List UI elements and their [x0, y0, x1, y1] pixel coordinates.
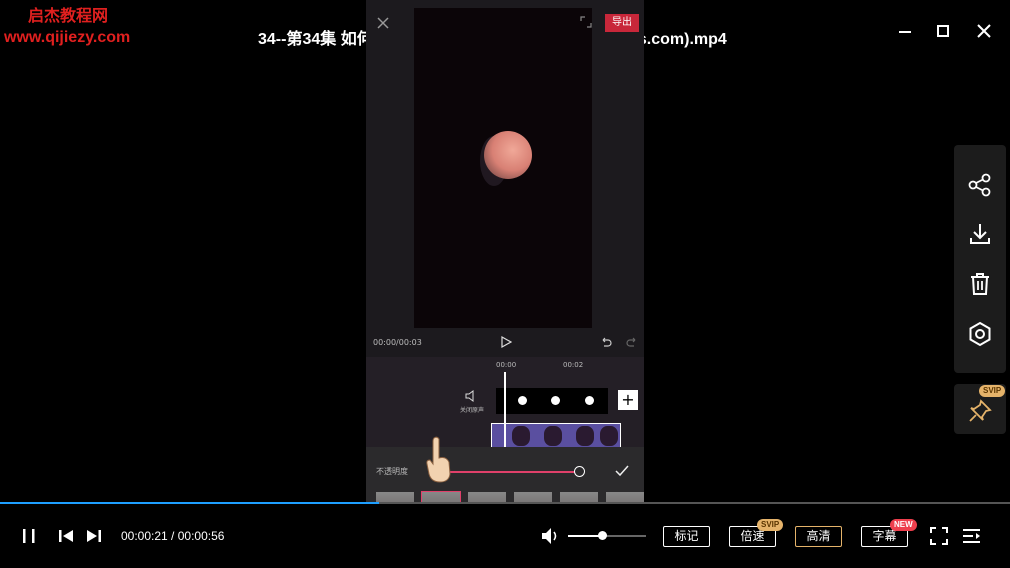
download-icon: [970, 224, 990, 244]
undo-icon: [602, 337, 612, 347]
delete-button[interactable]: [967, 271, 993, 297]
pin-on-top-button[interactable]: [967, 398, 993, 424]
speed-svip-badge: SVIP: [757, 519, 784, 531]
close-icon: [377, 17, 389, 29]
phone-time: 00:00/00:03: [373, 338, 422, 347]
track-frame: [576, 426, 594, 446]
video-preview: [414, 8, 592, 328]
skip-next-icon: [87, 530, 101, 542]
playback-time: 00:00:21 / 00:00:56: [121, 529, 224, 543]
maximize-icon: [937, 25, 949, 37]
share-icon: [968, 173, 991, 197]
site-watermark: 启杰教程网 www.qijiezy.com: [4, 5, 130, 49]
volume-button[interactable]: [541, 527, 561, 549]
minimize-icon: [899, 31, 911, 33]
opacity-slider-knob: [574, 466, 585, 477]
opacity-label: 不透明度: [376, 467, 408, 476]
playlist-button[interactable]: [962, 527, 982, 549]
ruler-start: 00:00: [496, 361, 517, 369]
minimize-button[interactable]: [894, 20, 916, 42]
play-icon: [501, 336, 512, 348]
trash-icon: [971, 273, 989, 295]
quality-button[interactable]: 高清: [795, 526, 842, 547]
watermark-name: 启杰教程网: [28, 6, 109, 25]
watermark-url: www.qijiezy.com: [4, 29, 131, 46]
previous-button[interactable]: [58, 528, 74, 548]
volume-fill: [568, 535, 603, 537]
track-dot: [551, 396, 560, 405]
redo-icon: [626, 337, 636, 347]
track-frame: [600, 426, 618, 446]
fullscreen-icon: [580, 16, 592, 28]
download-button[interactable]: [967, 221, 993, 247]
pause-icon: [23, 529, 35, 543]
current-time: 00:00:21: [121, 529, 168, 543]
pin-panel: SVIP: [954, 384, 1006, 434]
maximize-button[interactable]: [932, 20, 954, 42]
export-button: 导出: [605, 14, 639, 32]
speaker-icon: [465, 390, 474, 402]
mark-button[interactable]: 标记: [663, 526, 710, 547]
fullscreen-button[interactable]: [930, 527, 948, 549]
close-icon: [977, 24, 991, 38]
settings-icon: [969, 321, 991, 347]
track-dot: [518, 396, 527, 405]
video-track: [491, 423, 621, 449]
opacity-slider: [430, 471, 580, 473]
side-actions: [954, 145, 1006, 373]
close-button[interactable]: [973, 20, 995, 42]
track-frame: [544, 426, 562, 446]
svip-badge: SVIP: [979, 385, 1006, 397]
time-separator: /: [167, 529, 178, 543]
track-dot: [585, 396, 594, 405]
share-button[interactable]: [967, 172, 993, 198]
total-time: 00:00:56: [177, 529, 225, 543]
playlist-icon: [963, 529, 980, 543]
settings-button[interactable]: [967, 321, 993, 347]
skip-previous-icon: [59, 530, 73, 542]
next-button[interactable]: [86, 528, 102, 548]
pointing-hand-icon: [426, 436, 451, 483]
pin-icon: [969, 399, 992, 422]
track-frame: [512, 426, 530, 446]
sphere-shape: [484, 131, 532, 179]
video-frame[interactable]: 导出 00:00/00:03 00:00 00:02 关闭原声 + 不透明度 正…: [366, 0, 644, 540]
subtitle-new-badge: NEW: [890, 519, 917, 531]
pause-button[interactable]: [21, 528, 37, 548]
check-icon: [615, 465, 629, 477]
volume-icon: [542, 528, 557, 544]
sticker-track: [496, 388, 608, 414]
mute-label: 关闭原声: [460, 407, 485, 414]
ruler-mark: 00:02: [563, 361, 584, 369]
fullscreen-icon: [930, 527, 948, 545]
add-clip-button: +: [618, 390, 638, 410]
playhead: [504, 372, 506, 450]
